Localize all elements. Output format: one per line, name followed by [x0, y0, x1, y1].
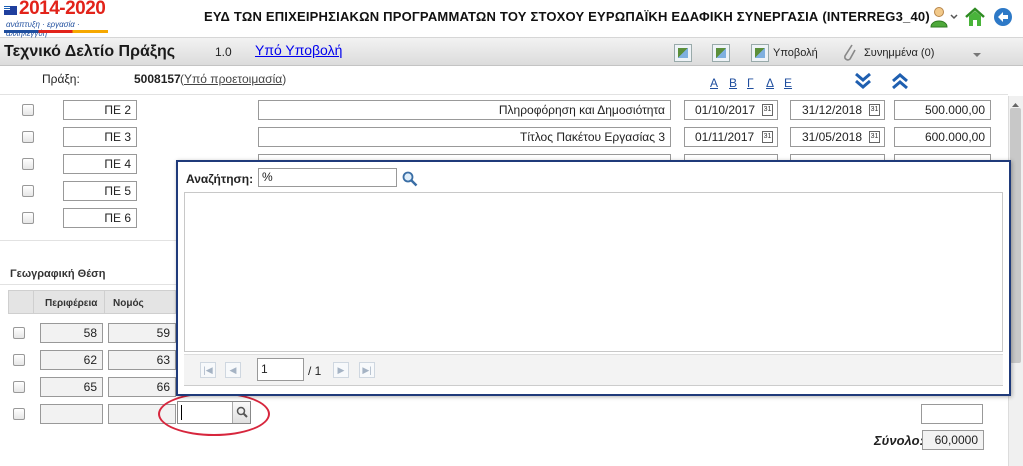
- first-page-icon[interactable]: |◀: [200, 362, 216, 378]
- search-label: Αναζήτηση:: [186, 172, 254, 186]
- paperclip-icon[interactable]: [840, 42, 858, 64]
- praxi-number: 5008157: [134, 72, 181, 86]
- home-icon[interactable]: [964, 6, 986, 28]
- sum-label: Σύνολο:: [874, 433, 924, 448]
- scrollbar-thumb[interactable]: [1010, 108, 1021, 363]
- scroll-up-arrow-icon[interactable]: [1011, 98, 1020, 107]
- praxi-status: (Υπό προετοιμασία): [180, 72, 287, 86]
- letter-link-d[interactable]: Δ: [766, 76, 774, 90]
- pager-bar: [184, 354, 1003, 386]
- wp-code[interactable]: ΠΕ 6: [63, 208, 137, 228]
- page-title: Τεχνικό Δελτίο Πράξης: [4, 43, 176, 60]
- wp-title[interactable]: Τίτλος Πακέτου Εργασίας 3: [258, 127, 671, 147]
- row-checkbox[interactable]: [22, 104, 34, 116]
- image-button-2[interactable]: [712, 44, 730, 62]
- submit-button[interactable]: Υποβολή: [773, 47, 818, 59]
- calendar-icon[interactable]: 31: [869, 131, 880, 143]
- geo-nomos-cell[interactable]: 63: [108, 350, 176, 370]
- calendar-icon[interactable]: 31: [762, 104, 773, 116]
- row-checkbox[interactable]: [22, 131, 34, 143]
- letter-link-b[interactable]: Β: [729, 76, 737, 90]
- expand-all-icon[interactable]: [853, 72, 873, 90]
- wp-code[interactable]: ΠΕ 3: [63, 127, 137, 147]
- wp-code[interactable]: ΠΕ 4: [63, 154, 137, 174]
- logo-year: 2014-2020: [19, 0, 106, 19]
- row-checkbox[interactable]: [22, 158, 34, 170]
- wp-title[interactable]: Πληροφόρηση και Δημοσιότητα: [258, 100, 671, 120]
- search-input[interactable]: %: [258, 168, 397, 187]
- row-checkbox[interactable]: [22, 212, 34, 224]
- row-checkbox[interactable]: [22, 185, 34, 197]
- praxi-label: Πράξη:: [42, 72, 80, 86]
- letter-link-g[interactable]: Γ: [747, 76, 754, 90]
- logo-slogan: ανάπτυξη · εργασία · αλληλεγγύη: [6, 20, 80, 38]
- geo-periferia-cell[interactable]: [40, 404, 103, 424]
- wp-amount[interactable]: 500.000,00: [894, 100, 991, 120]
- search-icon[interactable]: [401, 170, 419, 188]
- geo-nomos-cell[interactable]: 66: [108, 377, 176, 397]
- wp-amount[interactable]: 600.000,00: [894, 127, 991, 147]
- geo-section-title: Γεωγραφική Θέση: [10, 268, 106, 280]
- empty-amount-field[interactable]: [921, 404, 983, 424]
- back-icon[interactable]: [992, 6, 1014, 28]
- image-button-1[interactable]: [674, 44, 692, 62]
- calendar-icon[interactable]: 31: [762, 131, 773, 143]
- user-icon[interactable]: [930, 6, 958, 28]
- geo-periferia-cell[interactable]: 65: [40, 377, 103, 397]
- calendar-icon[interactable]: 31: [869, 104, 880, 116]
- geo-periferia-cell[interactable]: 62: [40, 350, 103, 370]
- logo-stripe: [4, 30, 108, 33]
- highlight-annotation: [158, 392, 270, 436]
- column-header-periferia[interactable]: Περιφέρεια: [45, 298, 97, 309]
- praxi-status-link[interactable]: Υπό προετοιμασία: [184, 72, 282, 86]
- version-label: 1.0: [215, 45, 232, 59]
- row-checkbox[interactable]: [13, 408, 25, 420]
- geo-title-line: [0, 284, 176, 285]
- row-checkbox[interactable]: [13, 327, 25, 339]
- greek-flag-icon: [4, 6, 10, 10]
- prev-page-icon[interactable]: ◀: [225, 362, 241, 378]
- results-grid[interactable]: [184, 192, 1003, 352]
- submit-icon[interactable]: [751, 44, 769, 62]
- geo-periferia-cell[interactable]: 58: [40, 323, 103, 343]
- row-checkbox[interactable]: [13, 381, 25, 393]
- row-checkbox[interactable]: [13, 354, 25, 366]
- geo-header-divider: [104, 290, 105, 314]
- page-total: / 1: [308, 364, 322, 378]
- geo-nomos-cell[interactable]: 59: [108, 323, 176, 343]
- attachments-button[interactable]: Συνημμένα (0): [864, 47, 934, 59]
- geo-header-divider: [33, 290, 34, 314]
- status-link[interactable]: Υπό Υποβολή: [255, 42, 342, 58]
- collapse-all-icon[interactable]: [890, 72, 910, 90]
- next-page-icon[interactable]: ▶: [333, 362, 349, 378]
- section-divider: [0, 240, 176, 241]
- column-header-nomos[interactable]: Νομός: [113, 298, 144, 309]
- letter-link-a[interactable]: Α: [710, 76, 718, 90]
- wp-code[interactable]: ΠΕ 2: [63, 100, 137, 120]
- separator-line: [0, 94, 1008, 95]
- menu-chevron-down-icon[interactable]: [972, 48, 982, 57]
- page-number-input[interactable]: 1: [257, 358, 304, 381]
- app-title: ΕΥΔ ΤΩΝ ΕΠΙΧΕΙΡΗΣΙΑΚΩΝ ΠΡΟΓΡΑΜΜΑΤΩΝ ΤΟΥ …: [204, 9, 930, 24]
- wp-code[interactable]: ΠΕ 5: [63, 181, 137, 201]
- last-page-icon[interactable]: ▶|: [359, 362, 375, 378]
- sum-value: 60,0000: [922, 430, 984, 450]
- letter-link-e[interactable]: Ε: [784, 76, 792, 90]
- program-logo: 2014-2020 ανάπτυξη · εργασία · αλληλεγγύ…: [4, 0, 108, 38]
